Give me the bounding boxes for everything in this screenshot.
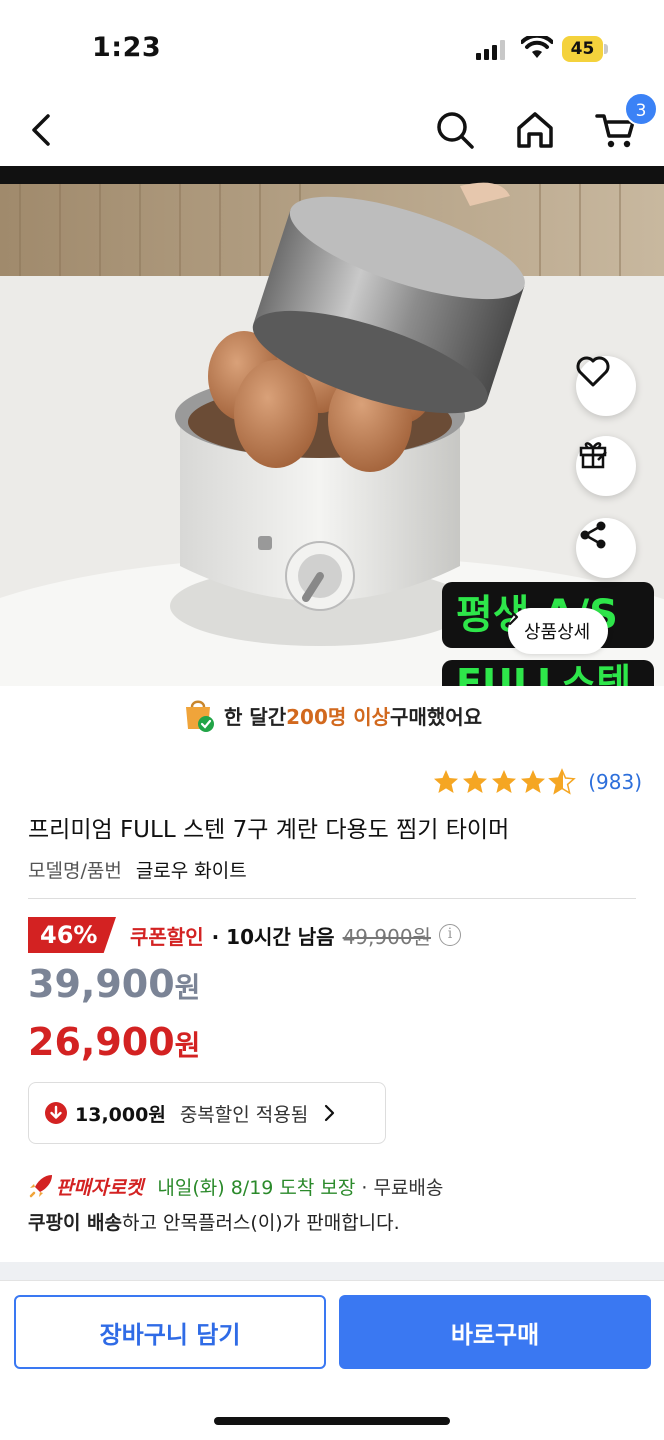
svg-text:FULL스텐: FULL스텐 [456,661,631,686]
wifi-icon [521,36,553,58]
divider [28,898,636,899]
stars-icon [434,769,575,794]
add-to-cart-button[interactable]: 장바구니 담기 [14,1295,326,1369]
product-title: 프리미엄 FULL 스텐 7구 계란 다용도 찜기 타이머 [28,817,510,843]
top-nav [0,96,664,166]
coupon-time-left: · 10시간 남음 [211,924,335,949]
status-bar: 1:23 45 [0,0,664,96]
purchase-banner-post: 구매했어요 [390,704,483,729]
original-price: 49,900원 [342,924,431,949]
buy-now-button[interactable]: 바로구매 [339,1295,651,1369]
wishlist-button[interactable] [576,356,636,416]
final-price: 26,900원 [28,1020,200,1064]
sale-price: 39,900원 [28,962,200,1006]
duplicate-discount-amount: 13,000원 [75,1103,166,1126]
rating-count[interactable]: (983) [588,770,642,794]
seller-rest: 하고 안목플러스(이)가 판매합니다. [122,1212,400,1234]
product-image-gallery[interactable]: 평생 A/S FULL스텐 상품상세 [0,166,664,686]
battery-level: 45 [570,39,595,59]
star-rating [432,768,582,796]
model-value: 글로우 화이트 [135,860,247,882]
coupon-label: 쿠폰할인 [130,924,204,949]
home-icon[interactable] [513,108,557,152]
product-rating[interactable]: (983) [432,766,642,798]
info-icon[interactable]: i [438,924,461,946]
seller-bold: 쿠팡이 배송 [28,1212,123,1234]
chevron-right-icon [508,608,519,626]
discount-percent-badge: 46% [28,917,116,953]
heart-icon [576,356,610,387]
gift-icon [579,442,607,469]
product-detail-button[interactable]: 상품상세 [508,608,609,654]
cart-count-badge: 3 [624,92,658,126]
back-arrow-icon[interactable] [22,108,66,152]
seller-info: 쿠팡이 배송하고 안목플러스(이)가 판매합니다. [28,1208,400,1235]
rocket-icon [29,1175,52,1198]
seller-rocket-label: 판매자로켓 [56,1176,144,1199]
final-price-number: 26,900 [28,1020,175,1064]
sale-price-unit: 원 [174,971,201,1004]
free-shipping: · 무료배송 [361,1176,444,1199]
final-price-unit: 원 [174,1029,201,1062]
section-separator [0,1262,664,1280]
delivery-info: 판매자로켓 내일(화) 8/19 도착 보장 · 무료배송 [28,1170,443,1202]
model-info: 모델명/품번 글로우 화이트 [28,856,247,883]
gift-button[interactable] [576,436,636,496]
purchase-banner-highlight: 200명 이상 [286,704,391,729]
purchase-banner-pre: 한 달간 [223,704,287,729]
status-time: 1:23 [92,32,162,63]
model-label: 모델명/품번 [28,860,122,882]
purchase-count-banner: 한 달간 200명 이상 구매했어요 [0,690,664,740]
arrival-guarantee: 내일(화) 8/19 도착 보장 [157,1176,356,1199]
sale-price-number: 39,900 [28,962,175,1006]
duplicate-discount-label: 중복할인 적용됨 [179,1103,309,1126]
down-arrow-icon [45,1102,67,1124]
signal-icon [476,40,505,60]
share-icon [580,521,606,549]
product-detail-label: 상품상세 [524,622,591,643]
bottom-action-bar: 장바구니 담기 바로구매 [0,1280,664,1440]
chevron-right-icon [325,1104,335,1122]
duplicate-discount-button[interactable]: 13,000원 중복할인 적용됨 [28,1082,386,1144]
discount-row: 46% 쿠폰할인 · 10시간 남음 49,900원 i [28,916,461,954]
search-icon[interactable] [433,108,477,152]
share-button[interactable] [576,518,636,578]
home-indicator [214,1417,450,1425]
battery-indicator: 45 [562,36,608,62]
shopping-bag-icon [185,700,214,732]
